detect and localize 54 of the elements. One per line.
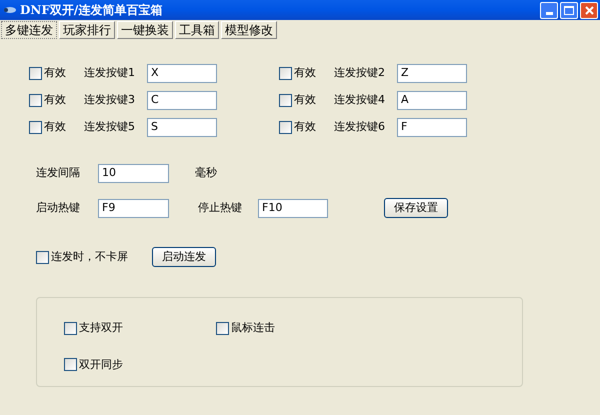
checkbox-label: 支持双开 <box>79 320 123 336</box>
save-button[interactable]: 保存设置 <box>384 198 448 218</box>
text-field[interactable]: 10 <box>98 164 169 183</box>
checkbox-label: 有效 <box>44 119 66 136</box>
checkbox[interactable] <box>216 322 229 335</box>
text-field[interactable]: F <box>397 118 467 137</box>
app-icon <box>3 6 17 14</box>
key-label: 连发按键3 <box>84 92 136 108</box>
maximize-icon <box>564 6 574 14</box>
checkbox-label: 有效 <box>294 92 316 108</box>
close-icon <box>584 6 594 14</box>
checkbox[interactable] <box>29 67 42 80</box>
close-button[interactable] <box>580 2 598 18</box>
checkbox[interactable] <box>279 67 292 80</box>
tab[interactable]: 一键换装 <box>117 21 173 39</box>
checkbox[interactable] <box>29 94 42 107</box>
checkbox-label: 有效 <box>294 65 316 82</box>
tab[interactable]: 玩家排行 <box>59 21 115 39</box>
tab[interactable]: 工具箱 <box>175 21 219 39</box>
key-label: 连发按键2 <box>334 65 386 82</box>
checkbox-label: 双开同步 <box>79 356 123 372</box>
checkbox[interactable] <box>64 358 77 372</box>
text-field[interactable]: C <box>147 91 217 110</box>
key-label: 连发按键6 <box>334 119 386 136</box>
minimize-button[interactable] <box>540 2 558 18</box>
checkbox-label: 有效 <box>294 119 316 136</box>
checkbox-label: 鼠标连击 <box>231 320 275 336</box>
text-field[interactable]: F9 <box>98 198 169 218</box>
interval-label: 连发间隔 <box>36 165 81 182</box>
text-field[interactable]: Z <box>397 64 467 83</box>
hotkey-label: 启动热键 <box>36 200 81 216</box>
key-label: 连发按键4 <box>334 92 386 108</box>
key-label: 连发按键5 <box>84 119 136 136</box>
checkbox[interactable] <box>64 322 77 335</box>
start-button[interactable]: 启动连发 <box>152 247 216 267</box>
minimize-icon <box>546 12 552 14</box>
unit-label: 毫秒 <box>195 165 217 182</box>
key-label: 连发按键1 <box>84 65 136 82</box>
checkbox[interactable] <box>36 250 49 264</box>
text-field[interactable]: S <box>147 118 217 137</box>
maximize-button[interactable] <box>560 2 578 18</box>
window-title: DNF双开/连发简单百宝箱 <box>20 2 162 19</box>
text-field[interactable]: A <box>397 91 467 110</box>
checkbox-label: 有效 <box>44 92 66 108</box>
tab[interactable]: 模型修改 <box>221 21 277 39</box>
checkbox-label: 连发时，不卡屏 <box>51 248 128 265</box>
hotkey-label: 停止热键 <box>198 200 243 216</box>
text-field[interactable]: X <box>147 64 217 83</box>
tab[interactable]: 多键连发 <box>1 21 57 39</box>
checkbox[interactable] <box>279 94 292 107</box>
checkbox[interactable] <box>279 121 292 134</box>
checkbox[interactable] <box>29 121 42 134</box>
checkbox-label: 有效 <box>44 65 66 82</box>
text-field[interactable]: F10 <box>258 198 328 218</box>
